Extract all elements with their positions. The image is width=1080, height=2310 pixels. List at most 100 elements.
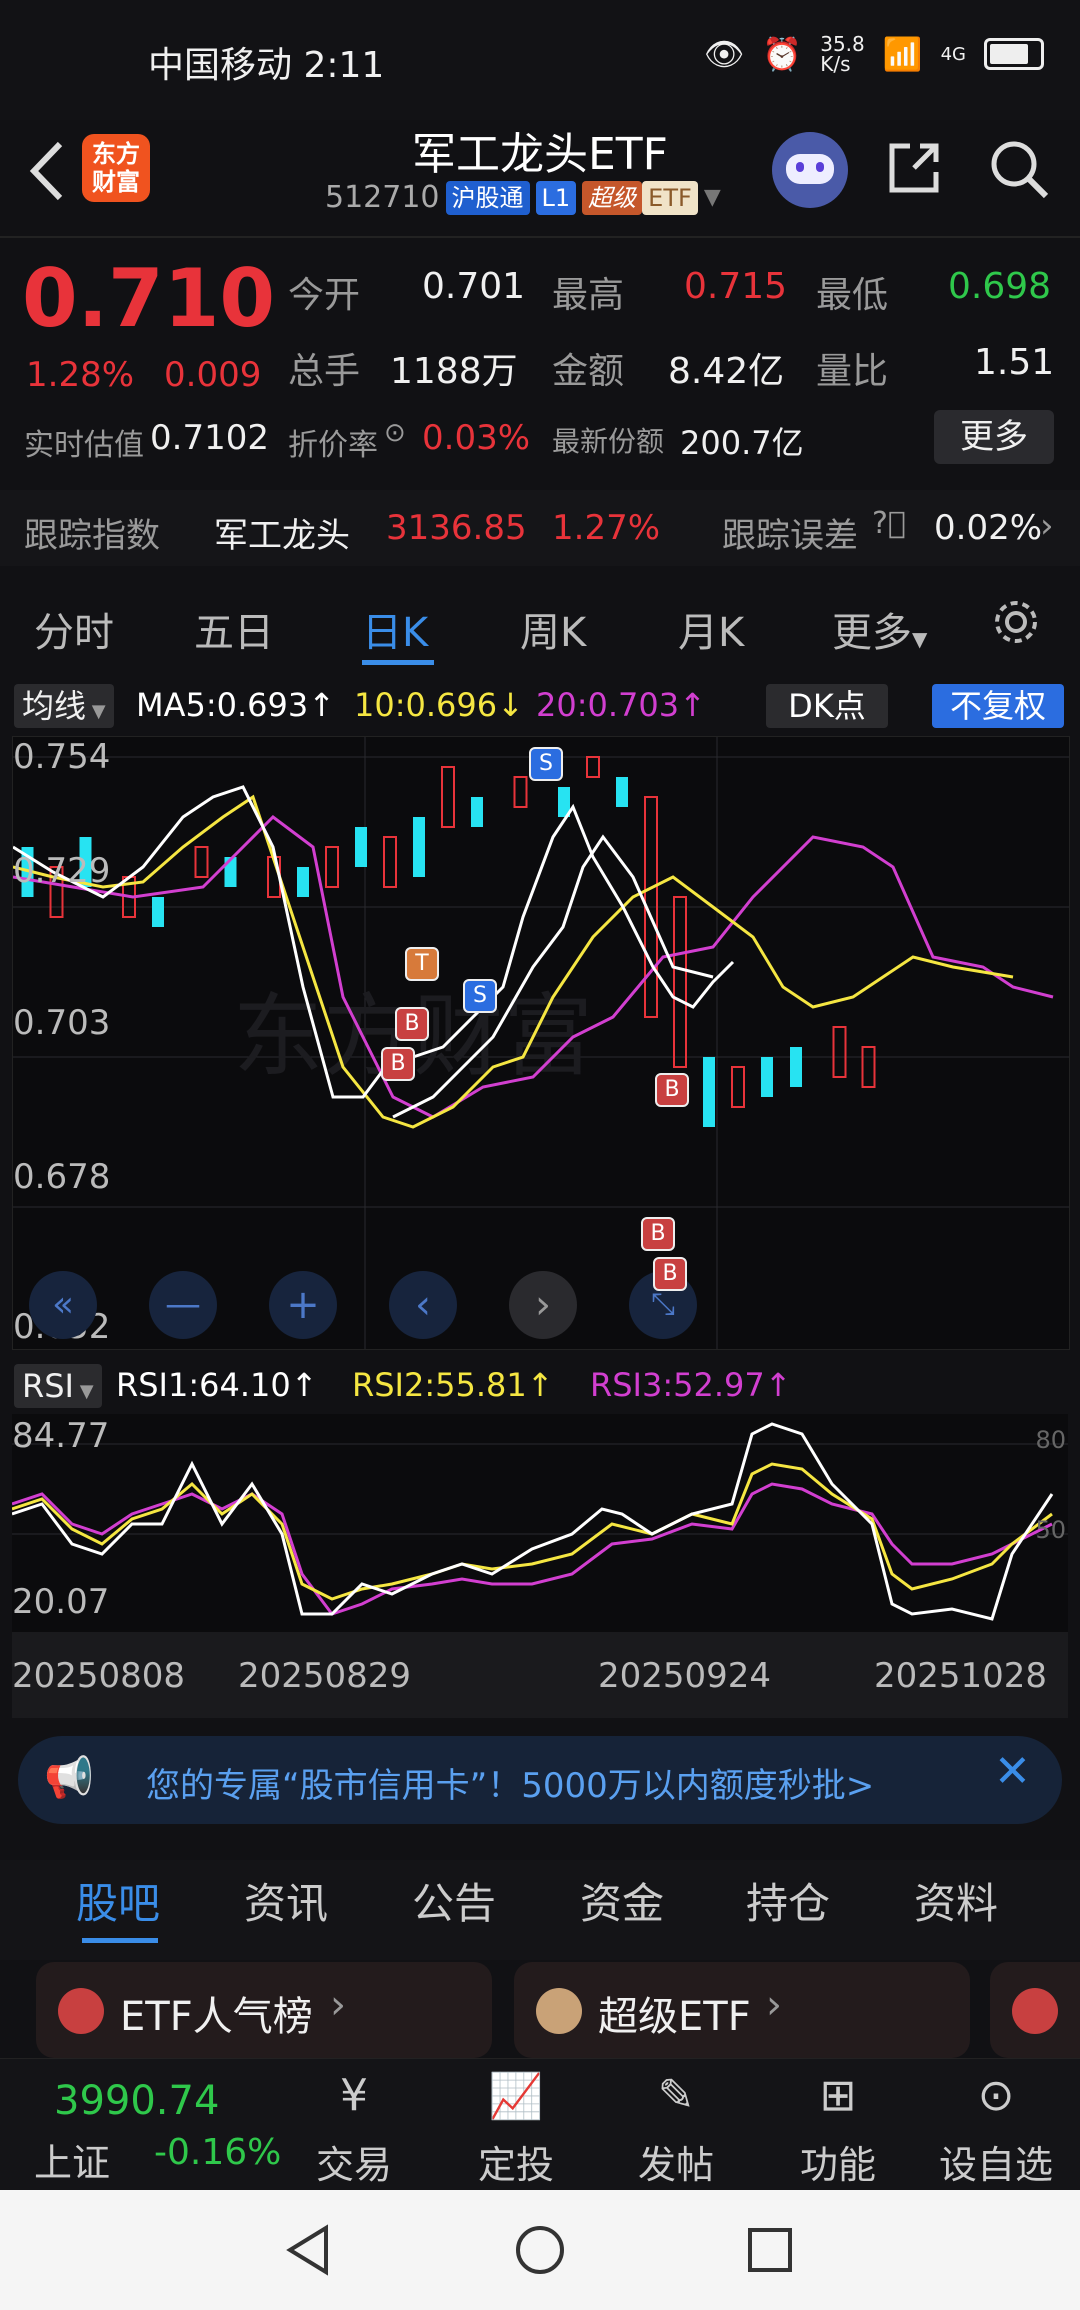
zoom-out-icon[interactable]: —	[149, 1271, 217, 1339]
nav-home-icon[interactable]	[514, 2224, 566, 2276]
chevron-right-icon: ›	[766, 1982, 782, 2028]
super-etf-card[interactable]: 超级ETF ›	[514, 1962, 970, 2058]
etf-popularity-card[interactable]: ETF人气榜 ›	[36, 1962, 492, 2058]
yaxis-label: 0.754	[13, 737, 111, 777]
settings-gear-icon[interactable]	[990, 596, 1042, 648]
ma5-value: MA5:0.693↑	[136, 686, 336, 724]
candle	[325, 846, 339, 888]
candle	[355, 827, 367, 867]
next-icon[interactable]: ›	[509, 1271, 577, 1339]
date-label: 20250924	[598, 1656, 772, 1696]
candle	[152, 897, 164, 927]
buy-signal-badge[interactable]: B	[381, 1047, 415, 1081]
t-signal-badge[interactable]: T	[405, 947, 439, 981]
chart-icon	[58, 1988, 104, 2034]
tab-funds[interactable]: 资金	[580, 1870, 664, 1931]
rsi-level-80: 80	[1035, 1426, 1066, 1454]
premium-label: 折价率	[288, 428, 378, 463]
adjust-mode-button[interactable]: 不复权	[932, 684, 1064, 728]
tracking-row[interactable]: 跟踪指数 军工龙头 3136.85 1.27% 跟踪误差 ?⃝ 0.02% ›	[0, 490, 1080, 566]
dk-point-button[interactable]: DK点	[766, 684, 888, 728]
more-button[interactable]: 更多	[934, 410, 1054, 464]
tracking-index-value: 3136.85	[386, 508, 527, 548]
candle	[297, 867, 309, 897]
post-button[interactable]: ✎ 发帖	[616, 2070, 736, 2189]
tab-weekly-k[interactable]: 周K	[520, 600, 586, 658]
system-nav-bar	[0, 2190, 1080, 2310]
tracking-label: 跟踪指数	[24, 516, 160, 556]
tab-intraday[interactable]: 分时	[34, 600, 114, 658]
nav-recents-icon[interactable]	[746, 2226, 794, 2274]
close-icon[interactable]: ✕	[994, 1746, 1031, 1797]
code-row: 512710 沪股通 L1 超级 ETF ▼	[325, 180, 721, 215]
share-icon[interactable]	[884, 138, 944, 198]
etf-card-partial[interactable]	[990, 1962, 1080, 2058]
shares-value: 200.7亿	[680, 424, 804, 462]
functions-button[interactable]: ⊞ 功能	[778, 2070, 898, 2189]
last-price: 0.710	[22, 252, 276, 345]
buy-signal-badge[interactable]: B	[395, 1007, 429, 1041]
promo-banner[interactable]: 📢 您的专属“股市信用卡”！5000万以内额度秒批> ✕	[18, 1736, 1062, 1824]
amount-value: 8.42亿	[668, 351, 785, 392]
trade-button[interactable]: ¥ 交易	[294, 2070, 414, 2189]
tab-5day[interactable]: 五日	[194, 600, 274, 658]
sell-signal-badge[interactable]: S	[463, 979, 497, 1013]
date-axis: 20250808 20250829 20250924 20251028	[12, 1632, 1068, 1718]
indicator-selector[interactable]: 均线 ▼	[14, 684, 114, 728]
premium-value: 0.03%	[422, 418, 531, 458]
tag-hgt: 沪股通	[445, 180, 530, 215]
tag-etf: ETF	[642, 180, 698, 215]
sh-index-name[interactable]: 上证	[34, 2132, 110, 2187]
help-icon[interactable]: ?⃝	[872, 506, 906, 541]
tab-monthly-k[interactable]: 月K	[678, 600, 744, 658]
tag-l1: L1	[535, 180, 577, 215]
buy-signal-badge[interactable]: B	[641, 1217, 675, 1251]
sell-signal-badge[interactable]: S	[529, 747, 563, 781]
add-watchlist-button[interactable]: ⊙ 设自选	[936, 2070, 1056, 2189]
tab-announcements[interactable]: 公告	[412, 1870, 496, 1931]
nav-back-icon[interactable]	[284, 2224, 334, 2276]
rsi-level-50: 50	[1035, 1516, 1066, 1544]
rsi-chart[interactable]: 84.77 20.07 80 50	[11, 1414, 1068, 1632]
tab-holdings[interactable]: 持仓	[746, 1870, 830, 1931]
kline-chart[interactable]: 东方财富 0.754 0.729 0.703 0.678 0.652 « — +…	[12, 736, 1070, 1350]
etf-icon	[1012, 1988, 1058, 2034]
high-label: 最高	[552, 275, 625, 316]
invest-plan-button[interactable]: 📈 定投	[456, 2070, 576, 2189]
info-icon[interactable]: ⊙	[384, 418, 406, 448]
rsi-selector[interactable]: RSI ▼	[14, 1364, 102, 1408]
zoom-in-icon[interactable]: +	[269, 1271, 337, 1339]
chevron-down-icon[interactable]: ▼	[704, 185, 721, 210]
chevron-right-icon[interactable]: ›	[1040, 506, 1054, 546]
ratio-label: 量比	[816, 351, 889, 392]
tracking-index-name[interactable]: 军工龙头	[214, 508, 350, 557]
sh-index-value[interactable]: 3990.74	[54, 2078, 219, 2124]
assistant-avatar-icon[interactable]	[772, 132, 848, 208]
change-value: 0.009	[164, 355, 262, 395]
tracking-index-pct: 1.27%	[552, 508, 661, 548]
rsi-axis-bottom: 20.07	[12, 1582, 110, 1622]
sh-index-pct: -0.16%	[154, 2132, 282, 2173]
zoom-out-max-icon[interactable]: «	[29, 1271, 97, 1339]
candle	[616, 777, 628, 807]
buy-signal-badge[interactable]: B	[653, 1257, 687, 1291]
rsi3-value: RSI3:52.97↑	[590, 1366, 792, 1404]
candle	[861, 1046, 876, 1088]
eye-icon: 👁	[703, 35, 745, 73]
tab-guba[interactable]: 股吧	[76, 1870, 160, 1931]
date-label: 20251028	[874, 1656, 1048, 1696]
search-icon[interactable]	[986, 136, 1052, 202]
etf-badge-icon	[536, 1988, 582, 2034]
tab-news[interactable]: 资讯	[244, 1870, 328, 1931]
buy-signal-badge[interactable]: B	[655, 1073, 689, 1107]
tab-more[interactable]: 更多▼	[832, 600, 927, 658]
tracking-error-value: 0.02%	[934, 508, 1043, 548]
tab-daily-k[interactable]: 日K	[362, 600, 428, 658]
candle	[703, 1057, 715, 1127]
banner-text[interactable]: 您的专属“股市信用卡”！5000万以内额度秒批>	[146, 1758, 874, 1807]
candle	[790, 1047, 802, 1087]
edit-icon: ✎	[657, 2070, 695, 2121]
tab-profile[interactable]: 资料	[914, 1870, 998, 1931]
amount-label: 金额	[552, 351, 625, 392]
prev-icon[interactable]: ‹	[389, 1271, 457, 1339]
